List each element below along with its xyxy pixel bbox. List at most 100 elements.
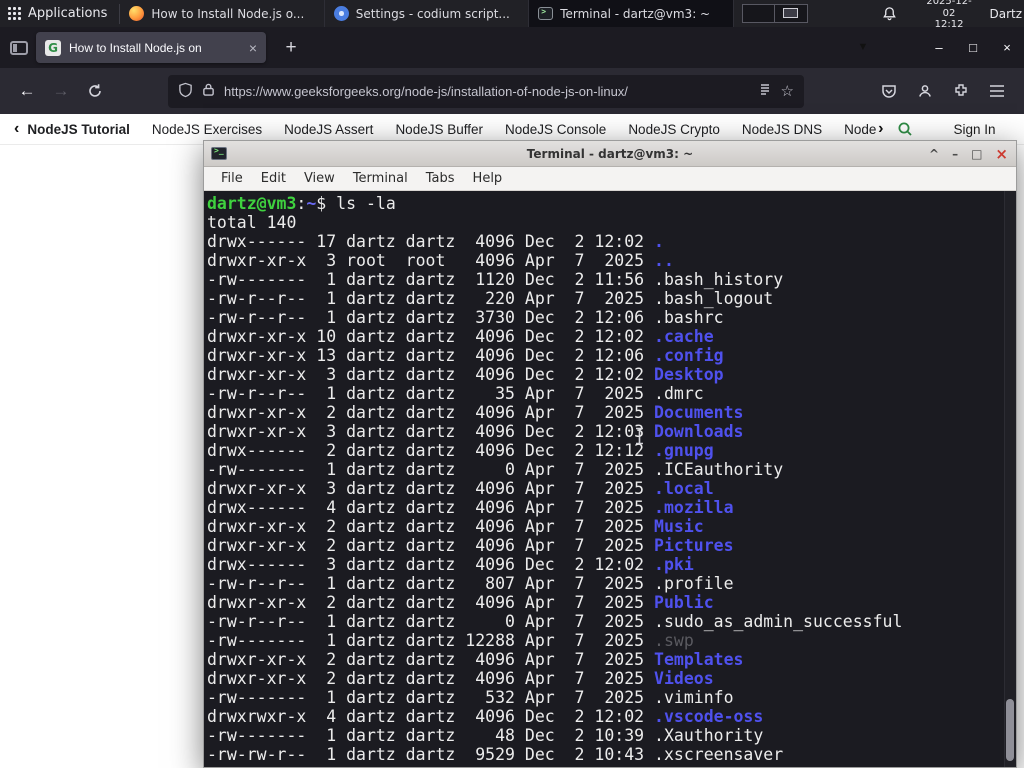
terminal-output-line: drwx------ 3 dartz dartz 4096 Dec 2 12:0… xyxy=(207,555,694,574)
extensions-icon[interactable] xyxy=(944,74,978,108)
site-favicon-icon: G xyxy=(45,39,61,56)
firefox-view-icon[interactable] xyxy=(10,41,28,55)
site-nav-item-tutorial[interactable]: NodeJS Tutorial xyxy=(27,122,130,137)
site-nav-item-crypto[interactable]: NodeJS Crypto xyxy=(628,122,720,137)
terminal-output-line: -rw------- 1 dartz dartz 12288 Apr 7 202… xyxy=(207,631,694,650)
window-controls: ▼ – □ × xyxy=(846,27,1024,68)
taskbar-window-label: Settings - codium script... xyxy=(355,6,510,21)
reader-mode-icon[interactable] xyxy=(758,83,772,100)
url-text[interactable]: https://www.geeksforgeeks.org/node-js/in… xyxy=(224,84,749,99)
terminal-output-line: drwx------ 17 dartz dartz 4096 Dec 2 12:… xyxy=(207,232,664,251)
terminal-output-line: drwxr-xr-x 2 dartz dartz 4096 Apr 7 2025… xyxy=(207,536,734,555)
menu-view[interactable]: View xyxy=(295,171,344,186)
bookmark-star-icon[interactable]: ☆ xyxy=(781,82,794,100)
terminal-output-line: -rw------- 1 dartz dartz 532 Apr 7 2025 … xyxy=(207,688,734,707)
firefox-icon xyxy=(129,6,145,21)
terminal-window: Terminal - dartz@vm3: ~ ^ – □ × File Edi… xyxy=(203,140,1017,768)
menu-icon[interactable] xyxy=(980,74,1014,108)
window-maximize-button[interactable]: □ xyxy=(956,40,990,55)
terminal-output-line: -rw------- 1 dartz dartz 1120 Dec 2 11:5… xyxy=(207,270,784,289)
terminal-titlebar[interactable]: Terminal - dartz@vm3: ~ ^ – □ × xyxy=(204,141,1016,167)
terminal-output-line: drwxr-xr-x 13 dartz dartz 4096 Dec 2 12:… xyxy=(207,346,724,365)
window-close-button[interactable]: × xyxy=(990,40,1024,55)
terminal-output-line: drwxr-xr-x 10 dartz dartz 4096 Dec 2 12:… xyxy=(207,327,714,346)
site-nav-item-buffer[interactable]: NodeJS Buffer xyxy=(395,122,483,137)
menu-help[interactable]: Help xyxy=(464,171,512,186)
site-nav-item-console[interactable]: NodeJS Console xyxy=(505,122,606,137)
terminal-output-line: -rw-r--r-- 1 dartz dartz 3730 Dec 2 12:0… xyxy=(207,308,724,327)
settings-icon xyxy=(333,6,349,21)
forward-icon[interactable]: → xyxy=(44,74,78,108)
site-nav-item-assert[interactable]: NodeJS Assert xyxy=(284,122,373,137)
lock-icon[interactable] xyxy=(202,82,215,100)
menu-tabs[interactable]: Tabs xyxy=(417,171,464,186)
search-icon[interactable] xyxy=(897,121,913,137)
url-bar[interactable]: https://www.geeksforgeeks.org/node-js/in… xyxy=(168,74,804,108)
window-minimize-button[interactable]: – xyxy=(922,40,956,55)
terminal-scrollbar[interactable] xyxy=(1004,191,1016,767)
browser-tab[interactable]: G How to Install Node.js on × xyxy=(36,32,266,63)
list-all-tabs-icon[interactable]: ▼ xyxy=(846,42,880,53)
site-nav-item-dns[interactable]: NodeJS DNS xyxy=(742,122,822,137)
taskbar: Applications How to Install Node.js o...… xyxy=(0,0,1024,30)
taskbar-window-settings[interactable]: Settings - codium script... xyxy=(325,0,530,27)
terminal-output-line: drwxr-xr-x 2 dartz dartz 4096 Apr 7 2025… xyxy=(207,517,704,536)
workspace-window-thumbnail xyxy=(783,8,799,18)
terminal-minimize-button[interactable]: – xyxy=(952,147,958,161)
terminal-output-line: drwxrwxr-x 4 dartz dartz 4096 Dec 2 12:0… xyxy=(207,707,764,726)
user-menu[interactable]: Dartz xyxy=(989,7,1022,21)
site-nav-item-exercises[interactable]: NodeJS Exercises xyxy=(152,122,262,137)
menu-terminal[interactable]: Terminal xyxy=(344,171,417,186)
terminal-output-line: drwxr-xr-x 3 dartz dartz 4096 Apr 7 2025… xyxy=(207,479,714,498)
menu-edit[interactable]: Edit xyxy=(252,171,295,186)
workspace-2[interactable] xyxy=(774,4,808,23)
new-tab-button[interactable]: + xyxy=(278,35,304,61)
terminal-output-line: drwxr-xr-x 2 dartz dartz 4096 Apr 7 2025… xyxy=(207,669,714,688)
sign-in-button[interactable]: Sign In xyxy=(953,122,995,137)
prompt-command: ls -la xyxy=(336,194,396,213)
terminal-title: Terminal - dartz@vm3: ~ xyxy=(526,146,694,161)
tab-close-icon[interactable]: × xyxy=(247,40,257,56)
tracking-shield-icon[interactable] xyxy=(178,82,193,101)
terminal-scrollbar-thumb[interactable] xyxy=(1006,699,1014,761)
terminal-content[interactable]: dartz@vm3:~$ ls -la total 140 drwx------… xyxy=(204,191,1016,767)
terminal-output-line: -rw-r--r-- 1 dartz dartz 0 Apr 7 2025 .s… xyxy=(207,612,903,631)
terminal-output-line: drwxr-xr-x 2 dartz dartz 4096 Apr 7 2025… xyxy=(207,403,744,422)
scroll-right-icon[interactable]: › xyxy=(878,121,883,137)
menu-file[interactable]: File xyxy=(212,171,252,186)
terminal-output-line: -rw-r--r-- 1 dartz dartz 220 Apr 7 2025 … xyxy=(207,289,774,308)
browser-toolbar: ← → https://www.geeksforgeeks.org/node-j… xyxy=(0,68,1024,114)
scroll-left-icon[interactable]: ‹ xyxy=(14,121,19,137)
pocket-icon[interactable] xyxy=(872,74,906,108)
terminal-output-line: -rw------- 1 dartz dartz 48 Dec 2 10:39 … xyxy=(207,726,764,745)
desktop: Applications How to Install Node.js o...… xyxy=(0,0,1024,768)
terminal-output-line: drwx------ 2 dartz dartz 4096 Dec 2 12:1… xyxy=(207,441,714,460)
workspace-1[interactable] xyxy=(741,4,775,23)
taskbar-window-label: How to Install Node.js o... xyxy=(151,6,305,21)
terminal-output-line: drwxr-xr-x 3 dartz dartz 4096 Dec 2 12:0… xyxy=(207,422,744,441)
terminal-output-line: -rw-r--r-- 1 dartz dartz 807 Apr 7 2025 … xyxy=(207,574,734,593)
applications-label: Applications xyxy=(28,6,108,21)
clock[interactable]: 2025-12-02 12:12 xyxy=(921,0,978,31)
shade-icon[interactable]: ^ xyxy=(929,147,939,161)
prompt-symbol: $ xyxy=(316,194,337,213)
taskbar-window-browser[interactable]: How to Install Node.js o... xyxy=(120,0,325,27)
terminal-maximize-button[interactable]: □ xyxy=(971,147,982,161)
workspace-switcher[interactable] xyxy=(741,4,808,23)
account-icon[interactable] xyxy=(908,74,942,108)
text-cursor xyxy=(634,427,645,450)
terminal-app-icon xyxy=(211,146,227,160)
reload-icon[interactable] xyxy=(78,74,112,108)
terminal-output-line: drwx------ 4 dartz dartz 4096 Apr 7 2025… xyxy=(207,498,734,517)
terminal-close-button[interactable]: × xyxy=(995,145,1008,163)
back-icon[interactable]: ← xyxy=(10,74,44,108)
terminal-output-line: -rw------- 1 dartz dartz 0 Apr 7 2025 .I… xyxy=(207,460,784,479)
terminal-icon xyxy=(538,7,554,20)
taskbar-window-terminal[interactable]: Terminal - dartz@vm3: ~ xyxy=(529,0,734,27)
terminal-output-line: -rw-rw-r-- 1 dartz dartz 9529 Dec 2 10:4… xyxy=(207,745,784,764)
prompt-user-host: dartz@vm3 xyxy=(207,194,297,213)
notifications-bell-icon[interactable] xyxy=(882,6,897,21)
applications-menu-button[interactable]: Applications xyxy=(0,0,119,27)
site-nav-item-truncated[interactable]: Node xyxy=(844,122,878,137)
terminal-output-line: drwxr-xr-x 3 root root 4096 Apr 7 2025 .… xyxy=(207,251,674,270)
